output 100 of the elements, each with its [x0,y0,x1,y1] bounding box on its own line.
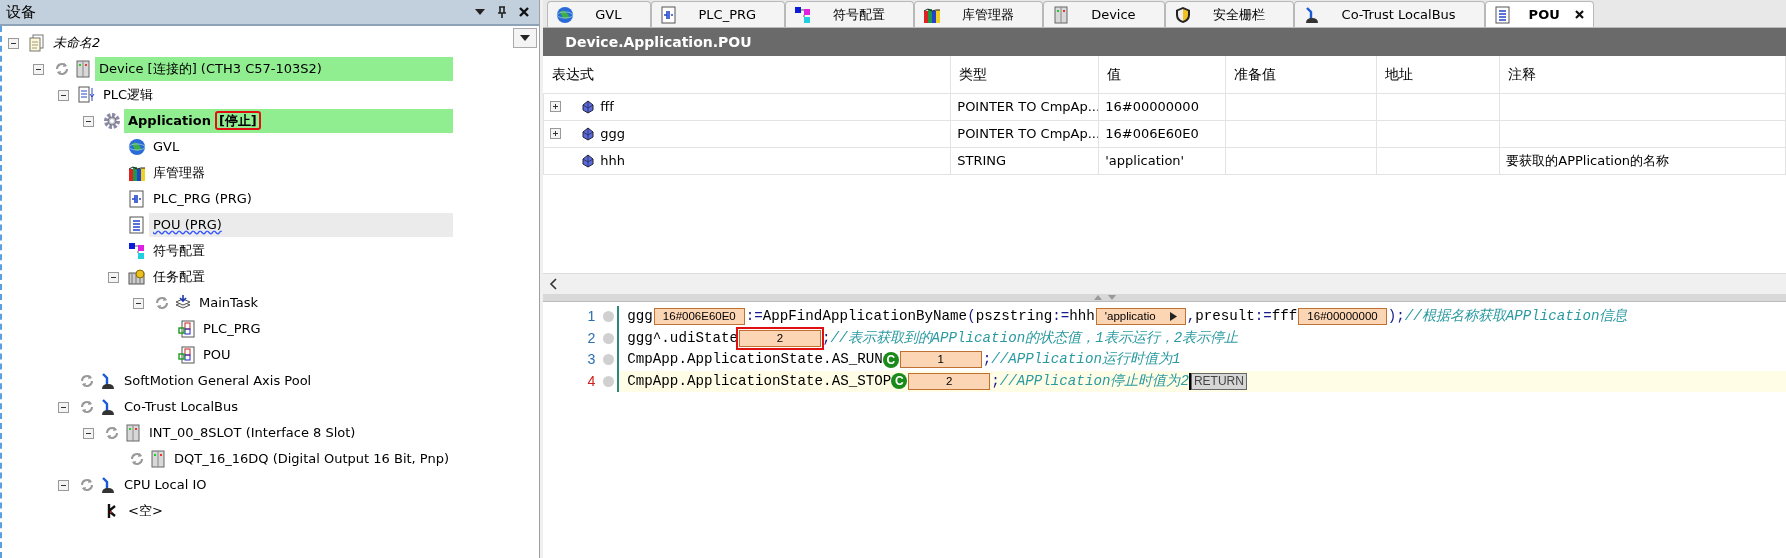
document-icon [1493,5,1512,24]
code-text: AppFindApplicationByName [762,307,968,327]
code-text: hhh [1069,307,1095,327]
tree-item[interactable]: 未命名2 [49,31,105,55]
breakpoint-marker[interactable] [602,354,614,366]
editor-tab[interactable]: Co-Trust LocalBus [1293,1,1485,27]
tree-item[interactable]: PLC_PRG (PRG) [149,187,256,211]
collapse-toggle[interactable] [133,297,144,309]
code-text: ggg^.udiState [627,328,738,348]
code-text: ; [991,371,1000,391]
tree-item[interactable]: DQT_16_16DQ (Digital Output 16 Bit, Pnp) [170,447,454,471]
sync-icon [78,372,96,390]
editor-tab[interactable]: Device [1043,1,1165,27]
tree-item[interactable]: 任务配置 [149,265,209,289]
collapse-toggle[interactable] [58,479,69,491]
collapse-toggle[interactable] [83,427,94,439]
document-stack-icon [28,34,46,52]
table-cell-text: hhh [600,151,625,170]
code-text: := [745,307,763,327]
tree-item[interactable]: INT_00_8SLOT (Interface 8 Slot) [145,421,360,445]
dropdown-icon [519,34,532,42]
line-number: 3 [586,350,597,370]
collapse-toggle[interactable] [58,89,69,101]
collapse-toggle[interactable] [8,37,19,49]
tree-item[interactable]: MainTask [195,291,263,315]
code-text: presult [1195,307,1255,327]
code-text: CmpApp.ApplicationState.AS_RUN [627,350,883,370]
table-cell-text: ggg [600,124,626,143]
line-number: 4 [586,371,597,391]
value-box: 1 [899,351,982,369]
expand-arrow-icon[interactable] [1169,312,1177,322]
table-cell: 16#00000000 [1105,98,1199,114]
editor-tab[interactable]: 库管理器 [914,1,1044,27]
tree-item[interactable]: <空> [124,499,167,523]
books-icon [128,164,146,182]
value-box: 16#00000000 [1298,308,1387,326]
table-cell: 'application' [1105,152,1185,168]
code-text: , [1186,307,1196,327]
value-box: 16#006E60E0 [653,308,745,326]
globe-icon [128,138,146,156]
cabinet-icon [74,60,92,78]
column-header[interactable]: 类型 [950,56,1099,93]
sync-icon [153,294,171,312]
tree-item[interactable]: Co-Trust LocalBus [120,395,242,419]
expand-toggle[interactable] [550,128,562,139]
editor-tab[interactable]: 安全栅栏 [1164,1,1294,27]
table-cell: POINTER TO CmpAp... [957,125,1098,141]
cabinet-icon [1052,5,1071,24]
editor-tab[interactable]: 符号配置 [785,1,915,27]
tree-item[interactable]: GVL [149,135,184,159]
tree-item[interactable]: PLC_PRG [199,317,265,341]
column-header[interactable]: 准备值 [1225,56,1377,93]
collapse-toggle[interactable] [83,115,94,127]
column-header[interactable]: 表达式 [543,56,951,93]
tree-item[interactable]: CPU Local IO [120,473,211,497]
line-number: 1 [586,307,597,327]
code-comment: //APPlication停止时值为2 [999,371,1189,391]
table-cell: 要获取的APPlication的名称 [1506,152,1670,168]
robot-arm-icon [99,372,117,390]
sync-icon [78,398,96,416]
table-cell: STRING [957,152,1007,168]
tree-item[interactable]: POU [199,343,235,367]
value-box: 'applicatio [1095,308,1186,326]
breakpoint-marker[interactable] [602,311,614,323]
editor-tab[interactable]: GVL [547,1,651,27]
tree-item[interactable]: 库管理器 [149,161,209,185]
sync-icon [53,60,71,78]
breakpoint-marker[interactable] [602,332,614,344]
collapse-toggle[interactable] [58,401,69,413]
editor-tab[interactable]: POU [1484,1,1594,27]
column-header[interactable]: 值 [1098,56,1226,93]
logic-document-icon [78,86,96,104]
tree-item[interactable]: SoftMotion General Axis Pool [120,369,316,393]
dropdown-button[interactable] [513,28,538,48]
ladder-document-icon [128,190,146,208]
column-header[interactable]: 地址 [1376,56,1500,93]
line-number: 2 [586,328,597,348]
tree-item[interactable]: 符号配置 [149,239,209,263]
breakpoint-marker[interactable] [602,375,614,387]
editor-tab[interactable]: PLC_PRG [650,1,786,27]
value-box: 2 [739,329,821,347]
collapse-toggle[interactable] [108,271,119,283]
tree-item[interactable]: PLC逻辑 [99,83,158,107]
close-icon[interactable] [1573,9,1585,20]
variable-icon [581,126,594,141]
sync-icon [78,476,96,494]
code-comment: //根据名称获取APPlication信息 [1404,307,1628,327]
column-header[interactable]: 注释 [1499,56,1786,93]
variable-icon [581,153,594,168]
tree-item-label[interactable]: Application [128,113,211,128]
expand-toggle[interactable] [550,101,562,112]
block-document-icon [178,346,196,364]
tree-item[interactable]: Device [连接的] (CTH3 C57-103S2) [95,57,454,81]
code-text: ); [1387,307,1405,327]
code-text: ; [982,350,992,370]
robot-arm-icon [99,398,117,416]
tree-item[interactable]: POU (PRG) [149,213,454,237]
squares-icon [794,5,813,24]
collapse-toggle[interactable] [33,63,44,75]
sync-icon [103,424,121,442]
